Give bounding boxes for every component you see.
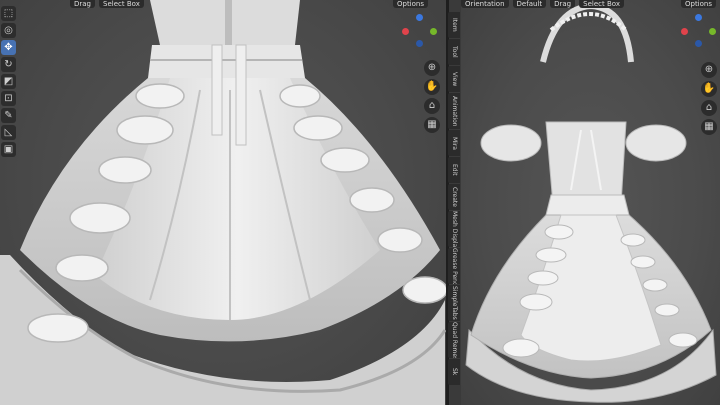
z-axis-icon[interactable] [416,14,423,21]
options-button-left[interactable]: Options [392,0,428,8]
pan-icon[interactable]: ✋ [424,79,440,95]
perspective-icon[interactable]: ▦ [701,119,717,135]
viewport-left[interactable]: Drag Select Box Options ⬚ ◎ ✥ ↻ ◩ ⊡ ✎ ◺ … [0,0,446,405]
move-icon[interactable]: ✥ [1,40,16,55]
select-box-dropdown-right[interactable]: Select Box [579,0,624,8]
add-cube-icon[interactable]: ▣ [1,142,16,157]
zoom-icon[interactable]: ⊕ [424,60,440,76]
tab-animation[interactable]: Animation [448,93,460,129]
camera-icon[interactable]: ⌂ [701,100,717,116]
cursor-icon[interactable]: ◎ [1,23,16,38]
neg-z-axis-icon[interactable] [695,40,702,47]
annotate-icon[interactable]: ✎ [1,108,16,123]
tab-grease-pencil[interactable]: Grease Pencil [448,248,460,284]
viewport-right[interactable]: Orientation Default Drag Select Box Opti… [461,0,720,405]
options-button-right[interactable]: Options [680,0,716,8]
select-box-icon[interactable]: ⬚ [1,6,16,21]
tab-view[interactable]: View [448,66,460,92]
drag-dropdown[interactable]: Drag [70,0,96,8]
neg-z-axis-icon[interactable] [416,40,423,47]
viewport-header-left: Drag Select Box [70,0,144,8]
nav-buttons-right: ⊕ ✋ ⌂ ▦ [701,62,717,135]
tab-mesh-display[interactable]: Mesh Display [448,211,460,247]
pivot-default-dropdown[interactable]: Default [512,0,547,8]
scale-icon[interactable]: ◩ [1,74,16,89]
orientation-dropdown[interactable]: Orientation [461,0,509,8]
sidebar-tabs: Item Tool View Animation Mira Edit Creat… [448,12,461,385]
camera-icon[interactable]: ⌂ [424,98,440,114]
tab-tool[interactable]: Tool [448,39,460,65]
toolbar-left: ⬚ ◎ ✥ ↻ ◩ ⊡ ✎ ◺ ▣ [0,6,17,157]
x-axis-icon[interactable] [681,28,688,35]
tab-simpletabs[interactable]: SimpleTabs [448,285,460,321]
pan-icon[interactable]: ✋ [701,81,717,97]
tab-edit[interactable]: Edit [448,157,460,183]
zoom-icon[interactable]: ⊕ [701,62,717,78]
tab-sk[interactable]: Sk [448,359,460,385]
measure-icon[interactable]: ◺ [1,125,16,140]
navigation-gizmo-right[interactable] [681,14,717,50]
y-axis-icon[interactable] [430,28,437,35]
y-axis-icon[interactable] [709,28,716,35]
perspective-icon[interactable]: ▦ [424,117,440,133]
dress-closeup-render [0,0,446,405]
tab-item[interactable]: Item [448,12,460,38]
dress-full-render [465,2,717,403]
tab-create[interactable]: Create [448,184,460,210]
tab-mira[interactable]: Mira [448,130,460,156]
select-box-dropdown[interactable]: Select Box [99,0,144,8]
rotate-icon[interactable]: ↻ [1,57,16,72]
navigation-gizmo-left[interactable] [402,14,438,50]
x-axis-icon[interactable] [402,28,409,35]
drag-dropdown-right[interactable]: Drag [550,0,576,8]
nav-buttons-left: ⊕ ✋ ⌂ ▦ [424,60,440,133]
tab-quad-remesh[interactable]: Quad Remesh [448,322,460,358]
z-axis-icon[interactable] [695,14,702,21]
viewport-header-right: Orientation Default Drag Select Box [461,0,624,8]
transform-icon[interactable]: ⊡ [1,91,16,106]
